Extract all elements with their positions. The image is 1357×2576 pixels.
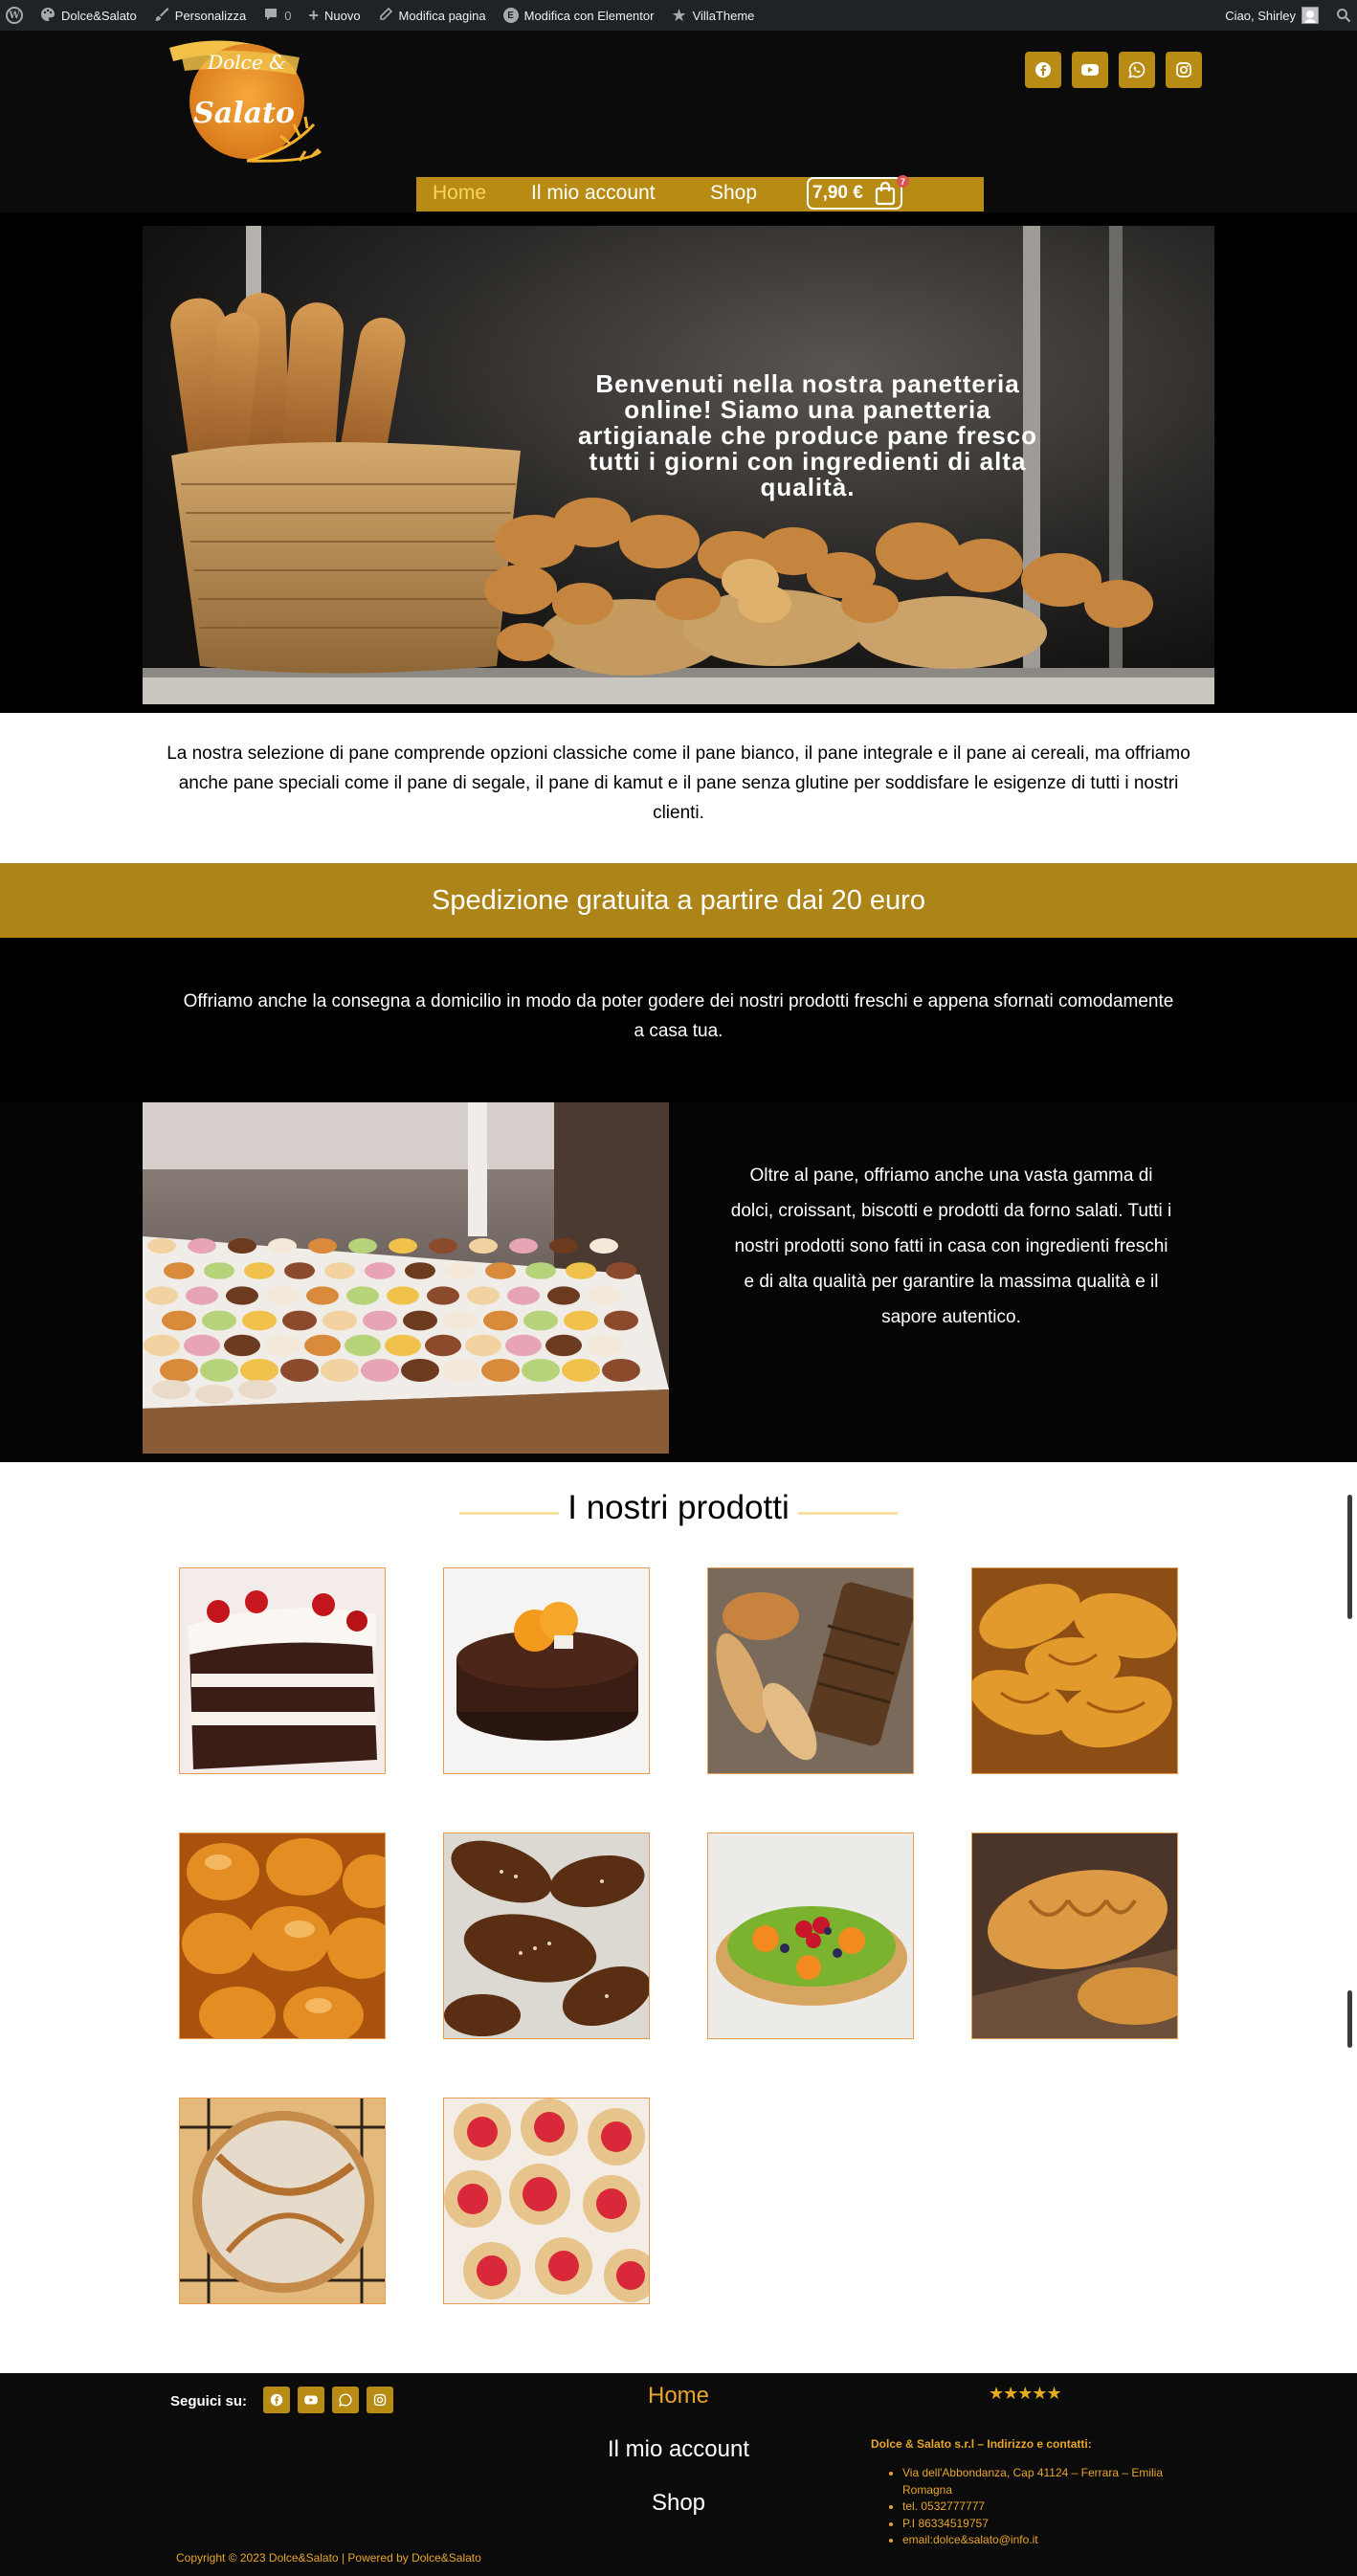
youtube-icon[interactable]	[1072, 52, 1108, 88]
header-social-icons	[1025, 52, 1202, 88]
copyright-text: Copyright © 2023 Dolce&Salato | Powered …	[176, 2551, 481, 2565]
villatheme-label: VillaTheme	[692, 8, 755, 23]
villatheme-link[interactable]: ★ VillaTheme	[662, 0, 763, 31]
free-shipping-text: Spedizione gratuita a partire dai 20 eur…	[432, 884, 925, 916]
new-label: Nuovo	[323, 8, 361, 23]
account-menu[interactable]: Ciao, Shirley	[1216, 0, 1327, 31]
footer-nav-home[interactable]: Home	[0, 2383, 1357, 2409]
main-navigation: Home Il mio account Shop 7,90 € 7	[416, 175, 984, 211]
search-button[interactable]	[1327, 0, 1357, 31]
logo-text-bottom: Salato	[193, 97, 295, 130]
wordpress-logo-icon: W	[6, 7, 23, 24]
whatsapp-icon[interactable]	[1119, 52, 1155, 88]
edit-elementor-link[interactable]: E Modifica con Elementor	[495, 0, 663, 31]
product-croissants[interactable]	[971, 1567, 1178, 1774]
product-chocolate-orange-cake[interactable]	[443, 1567, 650, 1774]
search-icon	[1337, 9, 1351, 23]
feature-text: Oltre al pane, offriamo anche una vasta …	[730, 1166, 1172, 1327]
plus-icon: +	[308, 6, 319, 25]
product-rustic-bread[interactable]	[179, 2098, 386, 2304]
greeting-label: Ciao, Shirley	[1225, 8, 1296, 23]
palette-icon	[40, 7, 56, 25]
hero-welcome-text: Benvenuti nella nostra panetteria online…	[577, 369, 1038, 501]
nav-my-account[interactable]: Il mio account	[531, 182, 656, 205]
products-section: I nostri prodotti	[0, 1462, 1357, 2373]
cart-count-badge: 7	[897, 175, 909, 188]
elementor-icon: E	[502, 8, 519, 23]
products-title: I nostri prodotti	[567, 1489, 790, 1526]
shopping-bag-icon	[875, 181, 895, 206]
product-fruit-tart[interactable]	[707, 1832, 914, 2039]
product-croissant[interactable]	[971, 1832, 1178, 2039]
scrollbar-handle[interactable]	[1347, 1495, 1352, 1619]
instagram-icon[interactable]	[1166, 52, 1202, 88]
pastry-display-image	[143, 1102, 669, 1454]
delivery-text: Offriamo anche la consegna a domicilio i…	[183, 991, 1174, 1041]
product-black-forest-cake[interactable]	[179, 1567, 386, 1774]
avatar	[1301, 7, 1319, 24]
hero-bakery-image: Benvenuti nella nostra panetteria online…	[143, 226, 1214, 704]
site-name-link[interactable]: Dolce&Salato	[32, 0, 145, 31]
comments-link[interactable]: 0	[255, 0, 300, 31]
star-icon: ★	[671, 6, 687, 25]
edit-elementor-label: Modifica con Elementor	[523, 8, 655, 23]
product-jam-cookies[interactable]	[443, 2098, 650, 2304]
scrollbar-handle-secondary[interactable]	[1347, 1990, 1352, 2048]
product-bread-loaves[interactable]	[707, 1567, 914, 1774]
edit-page-link[interactable]: Modifica pagina	[369, 0, 495, 31]
customize-label: Personalizza	[174, 8, 247, 23]
logo-text-top: Dolce &	[207, 51, 286, 74]
comment-icon	[263, 7, 278, 25]
contact-list: Via dell'Abbondanza, Cap 41124 – Ferrara…	[902, 2465, 1190, 2549]
product-brioche-buns[interactable]	[179, 1832, 386, 2039]
admin-bar: W Dolce&Salato Personalizza 0 + Nuovo Mo…	[0, 0, 1357, 31]
site-header: Dolce & Salato Home Il mio account Shop …	[0, 31, 1357, 212]
site-footer: Seguici su: Home Il mio account Shop ★★★…	[0, 2373, 1357, 2576]
site-name-label: Dolce&Salato	[61, 8, 137, 23]
new-content-link[interactable]: + Nuovo	[300, 0, 368, 31]
product-sesame-pastries[interactable]	[443, 1832, 650, 2039]
hero-section: Benvenuti nella nostra panetteria online…	[0, 212, 1357, 713]
contact-address: Via dell'Abbondanza, Cap 41124 – Ferrara…	[902, 2465, 1190, 2498]
nav-shop[interactable]: Shop	[710, 182, 757, 205]
customize-link[interactable]: Personalizza	[145, 0, 255, 31]
site-logo[interactable]: Dolce & Salato	[156, 36, 323, 168]
pencil-icon	[378, 7, 393, 25]
nav-home[interactable]: Home	[433, 182, 486, 205]
cart-button[interactable]: 7,90 € 7	[807, 175, 909, 210]
title-divider-right	[798, 1512, 898, 1515]
facebook-icon[interactable]	[1025, 52, 1061, 88]
footer-nav-my-account[interactable]: Il mio account	[0, 2436, 1357, 2463]
edit-page-label: Modifica pagina	[398, 8, 486, 23]
bread-selection-text: La nostra selezione di pane comprende op…	[167, 744, 1190, 823]
free-shipping-banner: Spedizione gratuita a partire dai 20 eur…	[0, 863, 1357, 938]
feature-section: Oltre al pane, offriamo anche una vasta …	[0, 1102, 1357, 1462]
rating-stars: ★★★★★	[989, 2384, 1062, 2403]
delivery-section: Offriamo anche la consegna a domicilio i…	[0, 938, 1357, 1102]
brush-icon	[154, 7, 169, 25]
cart-total: 7,90 €	[812, 183, 863, 203]
contact-email[interactable]: email:dolce&salato@info.it	[902, 2532, 1190, 2549]
comments-count: 0	[284, 8, 292, 23]
wordpress-menu[interactable]: W	[0, 0, 32, 31]
contact-phone: tel. 0532777777	[902, 2498, 1190, 2516]
contact-vat: P.I 86334519757	[902, 2516, 1190, 2533]
company-heading: Dolce & Salato s.r.l – Indirizzo e conta…	[871, 2437, 1092, 2451]
